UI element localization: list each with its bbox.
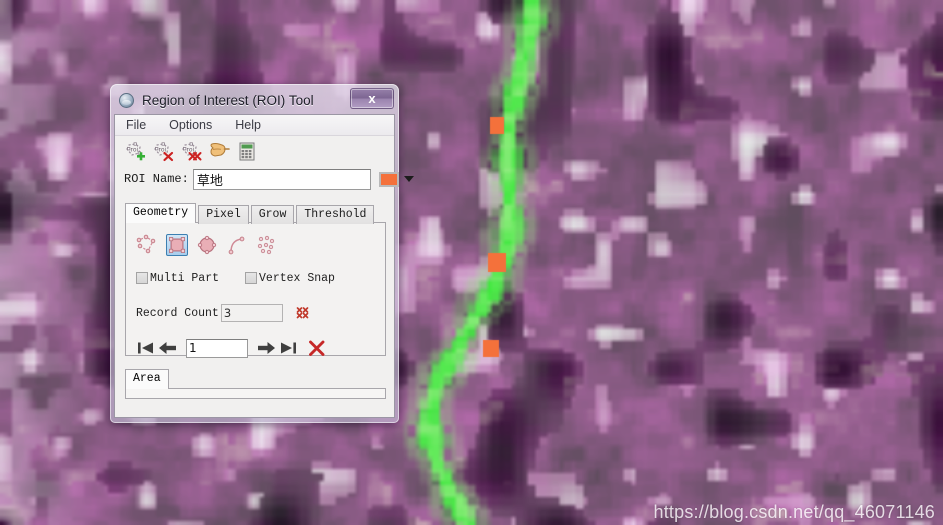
roi-delete-icon[interactable]: roi [152,140,174,162]
tab-threshold[interactable]: Threshold [296,205,375,224]
tab-strip: Geometry Pixel Grow Threshold [125,203,386,224]
area-panel [125,388,386,399]
nav-next-icon[interactable] [255,338,277,358]
checkbox-box [245,272,258,284]
roi-statistics-icon[interactable] [236,140,258,162]
checkbox-box [136,272,148,284]
nav-first-icon[interactable] [135,338,157,358]
roi-tab-area: Geometry Pixel Grow Threshold Multi Part… [125,203,386,359]
rectangle-roi-icon[interactable] [166,234,188,256]
polygon-roi-icon[interactable] [136,234,158,256]
roi-new-icon[interactable]: roi [124,140,146,162]
dialog-client-area: File Options Help roi roi roi ROI Name: … [114,114,414,418]
vertex-snap-label: Vertex Snap [259,271,335,285]
watermark-url: https://blog.csdn.net/qq_46071146 [653,502,935,522]
menu-item-file[interactable]: File [123,117,149,133]
record-count-label: Record Count [136,306,219,320]
close-button[interactable]: x [350,88,394,109]
menu-bar: File Options Help [115,115,394,136]
geometry-options-row: Multi Part Vertex Snap [126,269,385,287]
menu-item-options[interactable]: Options [166,117,215,133]
tab-grow[interactable]: Grow [250,205,295,224]
multi-part-label: Multi Part [150,271,220,285]
roi-name-input[interactable] [192,168,371,190]
roi-delete-all-icon[interactable]: roi [180,140,202,162]
geometry-panel: Multi Part Vertex Snap Record Count [125,222,386,359]
toolbar: roi roi roi [115,136,394,166]
close-icon: x [368,91,376,106]
ellipse-roi-icon[interactable] [196,234,218,256]
record-index-input[interactable] [186,338,248,358]
roi-hand-select-icon[interactable] [208,140,230,162]
geometry-shape-tools [126,232,385,258]
record-count-row: Record Count [126,303,385,323]
svg-text:roi: roi [131,147,139,154]
clear-records-icon[interactable] [296,306,310,320]
envi-orb-icon [118,92,135,109]
nav-last-icon[interactable] [277,338,299,358]
menu-item-help[interactable]: Help [232,117,264,133]
window-title: Region of Interest (ROI) Tool [142,93,314,108]
record-navigation-row [126,337,385,359]
tab-geometry[interactable]: Geometry [125,203,197,223]
nav-prev-icon[interactable] [157,338,179,358]
point-roi-icon[interactable] [256,234,278,256]
vertex-snap-checkbox[interactable]: Vertex Snap [245,272,335,285]
roi-color-swatch[interactable] [378,171,399,187]
bottom-tab-strip: Area [125,369,386,389]
roi-tool-dialog[interactable]: Region of Interest (ROI) Tool x File Opt… [110,84,414,423]
chevron-down-icon[interactable] [403,176,414,182]
nav-delete-icon[interactable] [307,338,329,358]
title-bar[interactable]: Region of Interest (ROI) Tool x [114,87,395,114]
bottom-tab-area: Area [125,369,386,399]
roi-name-row: ROI Name: [115,166,414,192]
roi-name-label: ROI Name: [124,172,189,186]
tab-pixel[interactable]: Pixel [198,205,249,224]
multi-part-checkbox[interactable]: Multi Part [136,272,219,285]
tab-area[interactable]: Area [125,369,169,389]
polyline-roi-icon[interactable] [226,234,248,256]
record-count-value [220,304,283,322]
